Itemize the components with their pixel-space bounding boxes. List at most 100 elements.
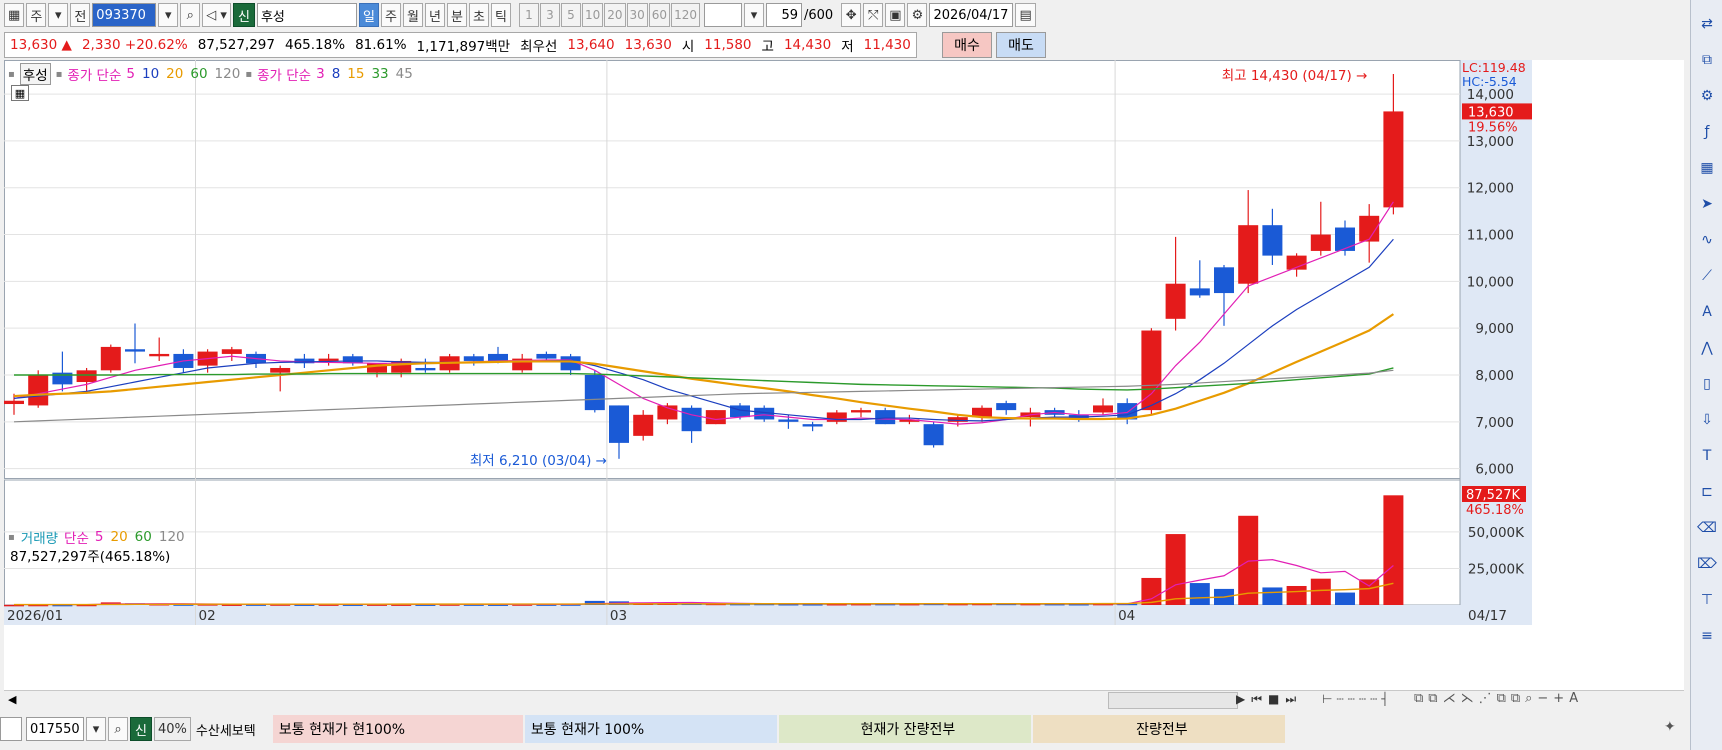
drawing-tools[interactable]: ⧉⧉⋌⋋⋰⧉⧉⌕−+A (1414, 691, 1583, 706)
download-icon[interactable]: ⇩ (1697, 410, 1717, 430)
code-dropdown-icon[interactable]: ▾ (158, 3, 179, 27)
crosshair-icon[interactable]: ✥ (841, 3, 862, 27)
settings-gear-icon[interactable]: ⚙ (1697, 86, 1717, 106)
legend-ma2-3[interactable]: 3 (316, 66, 325, 82)
price-tick-label: 9,000 (1475, 321, 1514, 337)
order-panel-4[interactable]: 잔량전부 (1032, 715, 1285, 743)
interval-button-3[interactable]: 3 (539, 3, 560, 27)
prev-button[interactable]: 전 (70, 3, 91, 27)
legend-vol-ma-label[interactable]: 단순 (64, 527, 89, 547)
calendar-icon[interactable]: ▤ (1015, 3, 1036, 27)
legend-ma2-45[interactable]: 45 (396, 66, 413, 82)
formula-icon[interactable]: ƒ (1697, 122, 1717, 142)
period-tab-일[interactable]: 일 (358, 3, 379, 27)
indicator-icon[interactable]: ▦ (1697, 158, 1717, 178)
price-tick-label: 10,000 (1467, 274, 1514, 290)
order-search-icon[interactable]: ⌕ (108, 717, 128, 741)
low-price: 11,430 (863, 37, 911, 53)
order-code-dropdown-icon[interactable]: ▾ (86, 717, 106, 741)
period-tab-틱[interactable]: 틱 (490, 3, 511, 27)
cursor-icon[interactable]: ➤ (1697, 194, 1717, 214)
interval-dropdown-icon[interactable]: ▾ (743, 3, 764, 27)
legend-ma2-15[interactable]: 15 (347, 66, 364, 82)
period-tab-년[interactable]: 년 (424, 3, 445, 27)
stock-code-input[interactable]: 093370 (92, 3, 157, 27)
legend-volume-label[interactable]: 거래량 (21, 527, 58, 547)
legend-ma-group2-label[interactable]: 종가 단순 (257, 64, 311, 84)
trendline-icon[interactable]: ⟋ (1697, 266, 1717, 286)
legend-ma-120[interactable]: 120 (215, 66, 241, 82)
stock-name-field[interactable]: 후성 (256, 3, 357, 27)
box-icon[interactable]: ⊏ (1697, 482, 1717, 502)
legend-ma-20[interactable]: 20 (166, 66, 183, 82)
custom-interval-input[interactable] (703, 3, 742, 27)
period-tab-초[interactable]: 초 (468, 3, 489, 27)
legend-ma-group1-label[interactable]: 종가 단순 (67, 64, 121, 84)
menu-lines-icon[interactable]: ≡ (1697, 626, 1717, 646)
order-pct[interactable]: 40% (154, 717, 191, 741)
buy-button[interactable]: 매수 (942, 32, 992, 58)
pattern-icon[interactable]: ⋀ (1697, 338, 1717, 358)
table-icon[interactable]: ▦ (11, 85, 29, 101)
order-checkbox[interactable] (0, 717, 22, 741)
type-dropdown-icon[interactable]: ▾ (48, 3, 69, 27)
candle-body (1262, 225, 1283, 256)
period-tab-주[interactable]: 주 (380, 3, 401, 27)
line-tool-icon[interactable]: ∿ (1697, 230, 1717, 250)
text-tool-icon[interactable]: T (1697, 446, 1717, 466)
eraser-icon[interactable]: ⌫ (1697, 518, 1717, 538)
menu-icon[interactable]: ▦ (4, 3, 25, 27)
legend-vol-ma-5[interactable]: 5 (95, 529, 104, 545)
interval-button-20[interactable]: 20 (604, 3, 626, 27)
settings-icon[interactable]: ⚙ (907, 3, 928, 27)
save-icon[interactable]: ▣ (885, 3, 906, 27)
window-icon[interactable]: ⧉ (1697, 50, 1717, 70)
legend-ma2-33[interactable]: 33 (371, 66, 388, 82)
legend-vol-ma-20[interactable]: 20 (110, 529, 127, 545)
period-tab-월[interactable]: 월 (402, 3, 423, 27)
interval-button-120[interactable]: 120 (671, 3, 700, 27)
scroll-left-icon[interactable]: ◀ (8, 693, 16, 706)
interval-button-60[interactable]: 60 (648, 3, 671, 27)
lc-label: LC:119.48 (1462, 60, 1526, 75)
shin-badge[interactable]: 신 (232, 3, 255, 27)
legend-ma-10[interactable]: 10 (142, 66, 159, 82)
speaker-icon[interactable]: ◁ ▾ (202, 3, 231, 27)
text-box-icon[interactable]: ⊤ (1697, 590, 1717, 610)
count-input[interactable]: 59 (765, 3, 802, 27)
scroll-thumb[interactable] (1108, 692, 1238, 709)
candle-body (270, 367, 291, 373)
candle-icon[interactable]: ▯ (1697, 374, 1717, 394)
order-code-input[interactable]: 017550 (26, 717, 84, 741)
zoom-slider[interactable]: ⊢┄┄┄┄┤ (1322, 692, 1393, 706)
legend-stock-name[interactable]: 후성 (19, 63, 51, 85)
interval-button-10[interactable]: 10 (581, 3, 604, 27)
pin-icon[interactable]: ✦ (1664, 719, 1676, 735)
legend-ma-5[interactable]: 5 (126, 66, 135, 82)
sell-button[interactable]: 매도 (996, 32, 1046, 58)
legend-ma2-8[interactable]: 8 (332, 66, 341, 82)
auto-icon[interactable]: A (1697, 302, 1717, 322)
stock-chart[interactable]: 6,000 7,000 8,000 9,000 10,000 11,000 12,000 13… (4, 60, 1684, 690)
legend-vol-ma-120[interactable]: 120 (159, 529, 185, 545)
order-panel-1[interactable]: 보통 현재가 현100% (272, 715, 523, 743)
interval-button-5[interactable]: 5 (560, 3, 581, 27)
order-shin-badge[interactable]: 신 (130, 717, 152, 741)
legend-vol-ma-60[interactable]: 60 (135, 529, 152, 545)
chart-scrollbar[interactable]: ◀ ▶⏮■⏭ ⊢┄┄┄┄┤ ⧉⧉⋌⋋⋰⧉⧉⌕−+A (4, 690, 1684, 710)
playback-controls[interactable]: ▶⏮■⏭ (1236, 692, 1302, 707)
order-panel-2[interactable]: 보통 현재가 100% (524, 715, 777, 743)
candle-body (875, 410, 896, 425)
interval-button-1[interactable]: 1 (518, 3, 539, 27)
erase-all-icon[interactable]: ⌦ (1697, 554, 1717, 574)
search-icon[interactable]: ⌕ (180, 3, 201, 27)
interval-button-30[interactable]: 30 (626, 3, 648, 27)
candle-body (778, 419, 799, 422)
period-tab-분[interactable]: 분 (446, 3, 467, 27)
legend-ma-60[interactable]: 60 (190, 66, 207, 82)
date-input[interactable]: 2026/04/17 (929, 3, 1014, 27)
order-panel-3[interactable]: 현재가 잔량전부 (778, 715, 1031, 743)
compare-icon[interactable]: ⤲ (863, 3, 884, 27)
swap-icon[interactable]: ⇄ (1697, 14, 1717, 34)
type-select[interactable]: 주 (26, 3, 47, 27)
